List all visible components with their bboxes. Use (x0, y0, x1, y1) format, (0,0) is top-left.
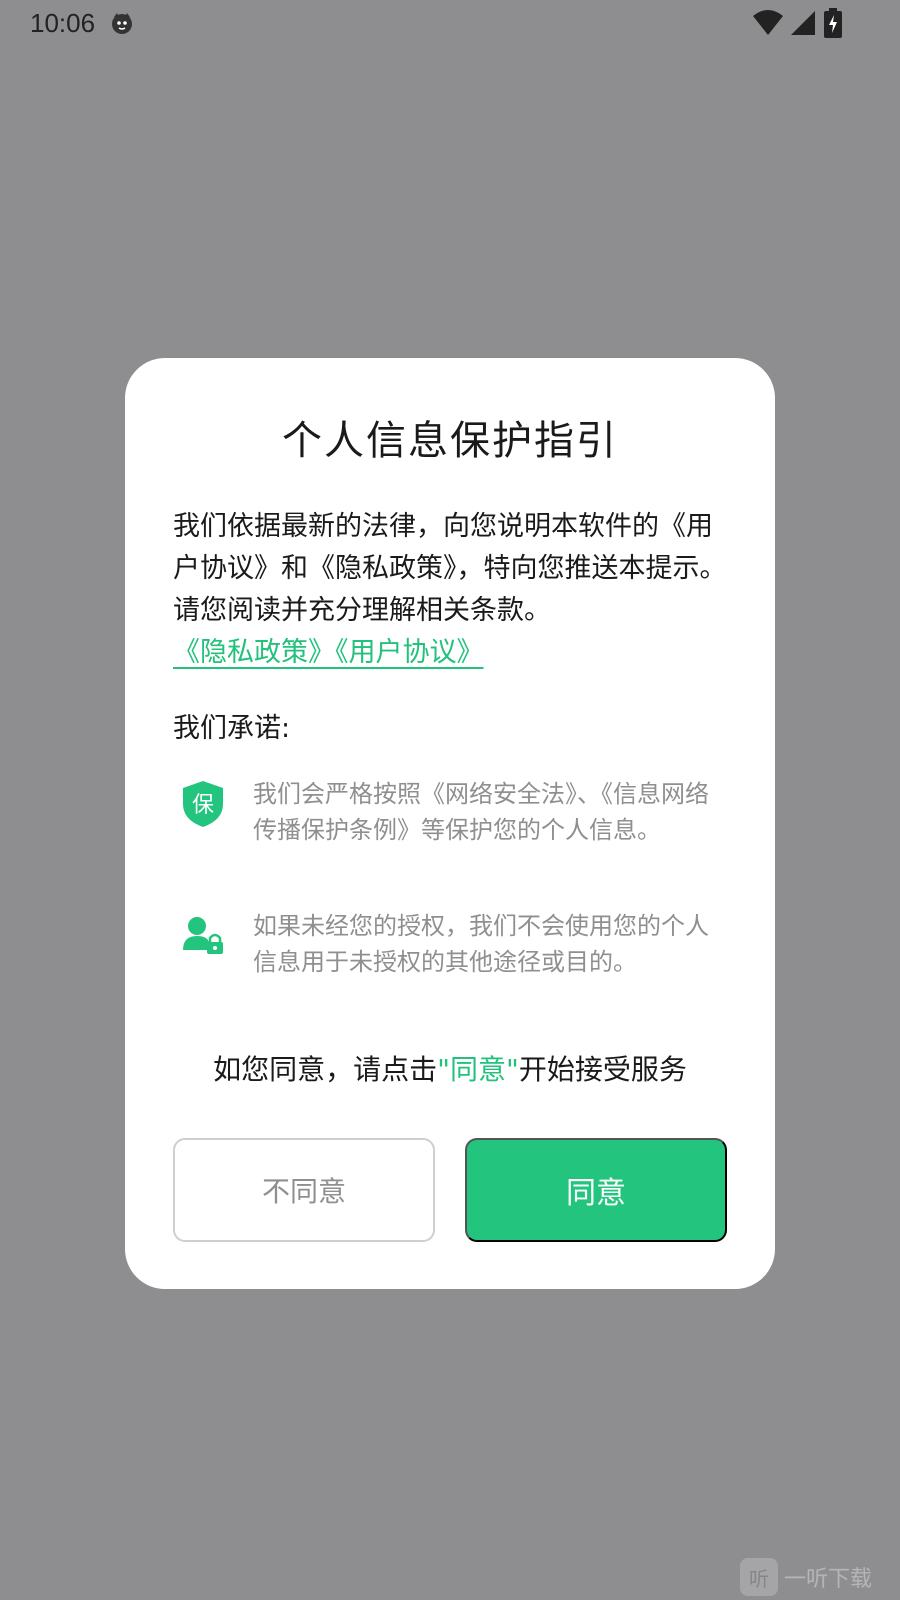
promise-item: 保 我们会严格按照《网络安全法》、《信息网络传播保护条例》等保护您的个人信息。 (173, 776, 733, 886)
watermark-logo-icon: 听 (740, 1558, 778, 1596)
promise-text: 如果未经您的授权，我们不会使用您的个人信息用于未授权的其他途径或目的。 (253, 912, 709, 976)
intro-text: 我们依据最新的法律，向您说明本软件的《用户协议》和《隐私政策》，特向您推送本提示… (173, 511, 727, 626)
cell-signal-icon (791, 11, 815, 35)
consent-highlight: "同意" (437, 1053, 519, 1086)
battery-charging-icon (824, 8, 842, 38)
watermark-text: 一听下载 (784, 1567, 873, 1592)
agree-button[interactable]: 同意 (465, 1138, 727, 1242)
promise-heading: 我们承诺: (173, 713, 291, 744)
status-icons (752, 8, 844, 38)
promise-text: 我们会严格按照《网络安全法》、《信息网络传播保护条例》等保护您的个人信息。 (253, 780, 709, 844)
consent-after: 开始接受服务 (518, 1053, 687, 1086)
status-time: 10:06 (30, 8, 96, 38)
dialog-title: 个人信息保护指引 (282, 418, 618, 464)
notification-cat-icon (112, 13, 132, 34)
policy-links[interactable]: 《隐私政策》《用户协议》 (173, 632, 484, 674)
watermark: 听 一听下载 (740, 1554, 900, 1600)
status-bar: 10:06 (0, 0, 900, 48)
disagree-button[interactable]: 不同意 (173, 1138, 435, 1242)
wifi-icon (753, 10, 783, 35)
consent-line: 如您同意，请点击"同意"开始接受服务 (125, 1048, 775, 1088)
shield-bao-icon: 保 (183, 781, 223, 827)
user-lock-icon (183, 917, 223, 954)
privacy-dialog: 个人信息保护指引 我们依据最新的法律，向您说明本软件的《用户协议》和《隐私政策》… (125, 358, 775, 1289)
promise-item: 如果未经您的授权，我们不会使用您的个人信息用于未授权的其他途径或目的。 (173, 908, 733, 1018)
consent-before: 如您同意，请点击 (213, 1053, 438, 1086)
shield-badge-text: 保 (192, 793, 214, 818)
